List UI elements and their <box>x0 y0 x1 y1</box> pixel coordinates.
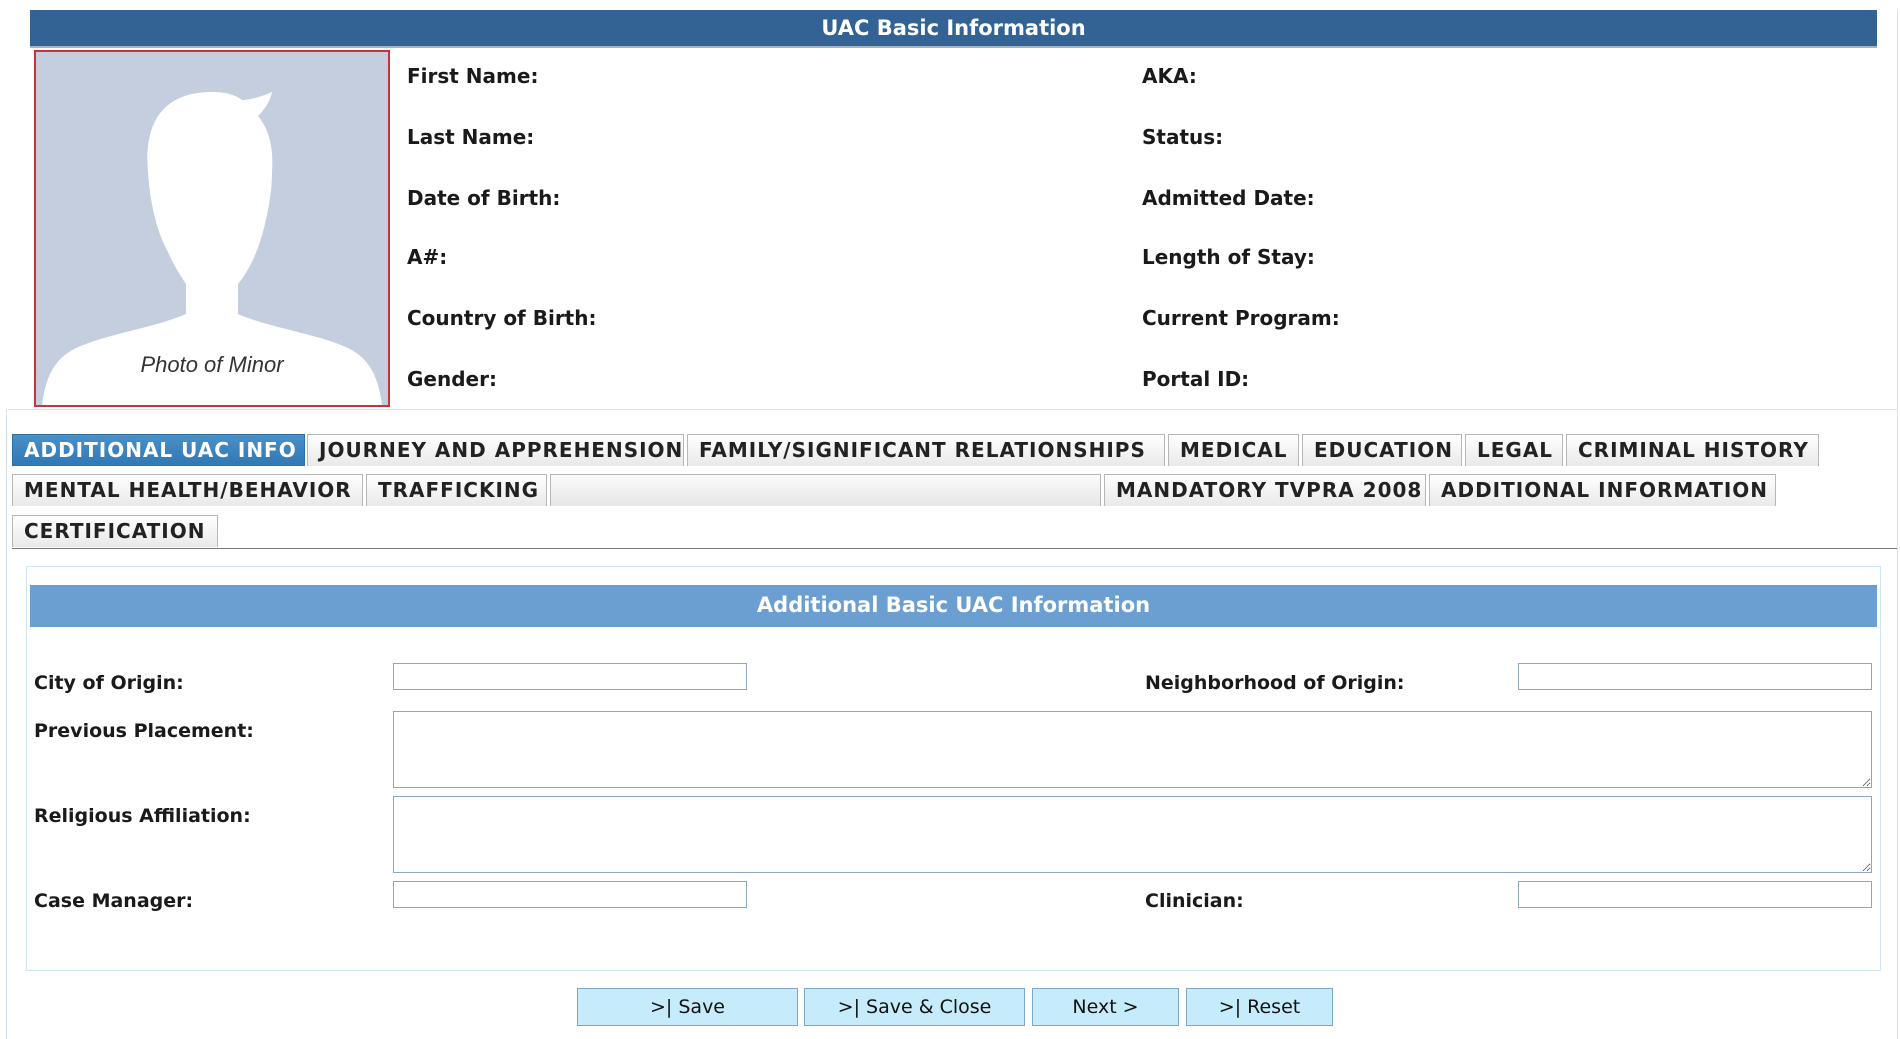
basic-info-header: UAC Basic Information <box>30 10 1877 46</box>
tab-mental-health-behavior[interactable]: MENTAL HEALTH/BEHAVIOR <box>12 474 363 506</box>
current-program-label: Current Program: <box>1142 306 1340 330</box>
photo-caption: Photo of Minor <box>140 352 284 377</box>
admitted-date-label: Admitted Date: <box>1142 186 1315 210</box>
info-separator <box>8 409 1897 410</box>
save-button[interactable]: >| Save <box>577 988 798 1026</box>
previous-placement-label: Previous Placement: <box>34 720 254 742</box>
gender-label: Gender: <box>407 367 497 391</box>
next-button[interactable]: Next > <box>1032 988 1179 1026</box>
tab-medical[interactable]: MEDICAL <box>1168 434 1299 466</box>
tab-baseline <box>12 548 1897 549</box>
clinician-input[interactable] <box>1518 881 1872 908</box>
country-of-birth-label: Country of Birth: <box>407 306 597 330</box>
case-manager-input[interactable] <box>393 881 747 908</box>
neighborhood-of-origin-input[interactable] <box>1518 663 1872 690</box>
tab-legal[interactable]: LEGAL <box>1465 434 1563 466</box>
right-border <box>1897 10 1898 1039</box>
neighborhood-of-origin-label: Neighborhood of Origin: <box>1145 672 1405 694</box>
tab-blank[interactable] <box>550 474 1101 506</box>
city-of-origin-input[interactable] <box>393 663 747 690</box>
a-number-label: A#: <box>407 245 448 269</box>
case-manager-label: Case Manager: <box>34 890 194 912</box>
tab-criminal-history[interactable]: CRIMINAL HISTORY <box>1566 434 1819 466</box>
previous-placement-textarea[interactable] <box>393 711 1872 788</box>
tab-additional-information[interactable]: ADDITIONAL INFORMATION <box>1429 474 1776 506</box>
tab-journey-and-apprehension[interactable]: JOURNEY AND APPREHENSION <box>307 434 684 466</box>
uac-form-page: UAC Basic Information Photo of Minor Fir… <box>0 0 1900 1039</box>
date-of-birth-label: Date of Birth: <box>407 186 561 210</box>
tab-mandatory-tvpra-2008[interactable]: MANDATORY TVPRA 2008 <box>1104 474 1426 506</box>
reset-button[interactable]: >| Reset <box>1186 988 1333 1026</box>
section-header: Additional Basic UAC Information <box>30 585 1877 627</box>
left-border <box>6 409 7 1039</box>
first-name-label: First Name: <box>407 64 539 88</box>
aka-label: AKA: <box>1142 64 1197 88</box>
length-of-stay-label: Length of Stay: <box>1142 245 1315 269</box>
portal-id-label: Portal ID: <box>1142 367 1250 391</box>
status-label: Status: <box>1142 125 1224 149</box>
tab-family-significant-relationships[interactable]: FAMILY/SIGNIFICANT RELATIONSHIPS <box>687 434 1165 466</box>
religious-affiliation-textarea[interactable] <box>393 796 1872 873</box>
clinician-label: Clinician: <box>1145 890 1244 912</box>
city-of-origin-label: City of Origin: <box>34 672 184 694</box>
tab-trafficking[interactable]: TRAFFICKING <box>366 474 547 506</box>
save-close-button[interactable]: >| Save & Close <box>804 988 1025 1026</box>
minor-photo: Photo of Minor <box>34 50 390 407</box>
tab-education[interactable]: EDUCATION <box>1302 434 1462 466</box>
religious-affiliation-label: Religious Affiliation: <box>34 805 251 827</box>
header-underline <box>30 46 1877 48</box>
tab-additional-uac-info[interactable]: ADDITIONAL UAC INFO <box>12 434 305 466</box>
tab-certification[interactable]: CERTIFICATION <box>12 515 218 547</box>
last-name-label: Last Name: <box>407 125 535 149</box>
